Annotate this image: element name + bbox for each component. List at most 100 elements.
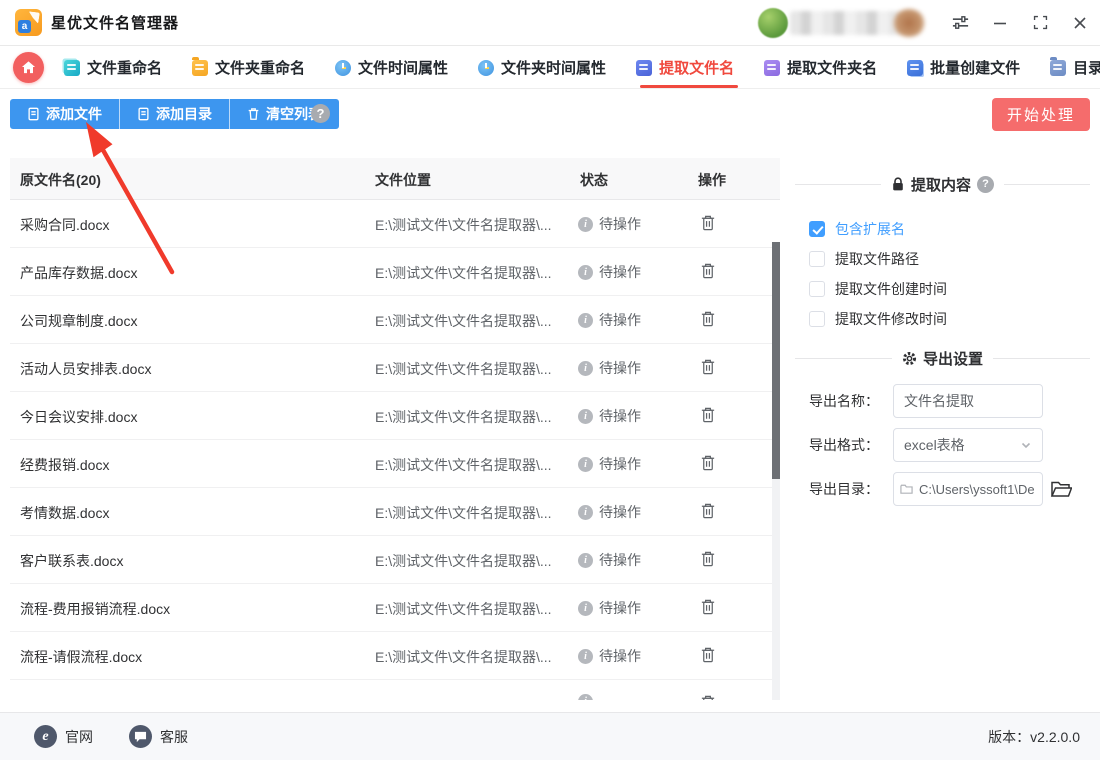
browse-folder-button[interactable] xyxy=(1050,480,1072,498)
cell-original-filename: 经费报销.docx xyxy=(20,455,109,475)
add-directory-button[interactable]: 添加目录 xyxy=(119,99,229,129)
tab-item[interactable]: 提取文件名 xyxy=(636,47,734,88)
user-account-badge[interactable] xyxy=(758,8,920,38)
tab-item[interactable]: 提取文件夹名 xyxy=(764,47,877,88)
cell-file-location: E:\测试文件\文件名提取器\... xyxy=(375,551,552,571)
status-text: 待操作 xyxy=(599,550,641,570)
add-file-button[interactable]: 添加文件 xyxy=(10,99,119,129)
extract-content-title: 提取内容 xyxy=(911,174,971,195)
cell-status: i 待操作 xyxy=(578,214,641,234)
extract-help-icon[interactable]: ? xyxy=(977,176,994,193)
maximize-button[interactable] xyxy=(1020,0,1060,46)
delete-row-button[interactable] xyxy=(700,550,716,570)
customer-support-link[interactable]: 客服 xyxy=(129,725,188,748)
minimize-button[interactable] xyxy=(980,0,1020,46)
divider xyxy=(795,184,881,185)
home-button[interactable] xyxy=(13,52,44,83)
tab-item[interactable]: 文件夹重命名 xyxy=(192,47,305,88)
cell-file-location: E:\测试文件\文件名提取器\... xyxy=(375,407,552,427)
tab-icon xyxy=(907,60,923,76)
tab-item[interactable]: 目录文件合并/提取 xyxy=(1050,47,1100,88)
logo-a-icon: a xyxy=(18,20,31,33)
settings-panel: 提取内容 ? 包含扩展名 提取文件路径 提取文件创建时间 提取文件修改时间 导出… xyxy=(795,160,1090,516)
export-form: 导出名称： 文件名提取 导出格式： excel表格 导出目录： C:\Users… xyxy=(795,384,1090,506)
tab-label: 文件夹时间属性 xyxy=(501,57,606,78)
checkbox-icon[interactable] xyxy=(809,251,825,267)
official-site-label: 官网 xyxy=(65,727,93,747)
trash-icon xyxy=(700,646,716,663)
cell-status: i 待操作 xyxy=(578,550,641,570)
lock-icon xyxy=(891,177,905,192)
user-avatar[interactable] xyxy=(758,8,788,38)
header-file-location: 文件位置 xyxy=(375,170,431,190)
export-name-label: 导出名称： xyxy=(809,391,893,411)
cell-file-location: E:\测试文件\文件名提取器\... xyxy=(375,263,552,283)
trash-icon xyxy=(700,694,716,700)
delete-row-button[interactable] xyxy=(700,358,716,378)
cell-original-filename: 客户联系表.docx xyxy=(20,551,123,571)
delete-row-button[interactable] xyxy=(700,598,716,618)
extract-options-list: 包含扩展名 提取文件路径 提取文件创建时间 提取文件修改时间 xyxy=(809,214,1090,334)
official-site-link[interactable]: e 官网 xyxy=(34,725,93,748)
toolbar-help-icon[interactable]: ? xyxy=(311,104,330,123)
cell-original-filename: 采购合同.docx xyxy=(20,215,109,235)
table-row: 流程-费用报销流程.docx E:\测试文件\文件名提取器\... i 待操作 xyxy=(10,584,780,632)
trash-icon xyxy=(700,214,716,231)
delete-row-button[interactable] xyxy=(700,694,716,700)
table-header-row: 原文件名(20) 文件位置 状态 操作 xyxy=(10,158,780,200)
start-processing-button[interactable]: 开始处理 xyxy=(992,98,1090,131)
delete-row-button[interactable] xyxy=(700,502,716,522)
delete-row-button[interactable] xyxy=(700,454,716,474)
delete-row-button[interactable] xyxy=(700,406,716,426)
tab-bar: 文件重命名 文件夹重命名 文件时间属性 文件夹时间属性 提取文件名 提取文件夹名… xyxy=(0,47,1100,89)
info-icon: i xyxy=(578,313,593,328)
close-button[interactable] xyxy=(1060,0,1100,46)
extract-option-checkbox[interactable]: 包含扩展名 xyxy=(809,214,1090,244)
delete-row-button[interactable] xyxy=(700,214,716,234)
checkbox-icon[interactable] xyxy=(809,281,825,297)
cell-file-location: E:\测试文件\文件名提取器\... xyxy=(375,647,552,667)
cell-original-filename: 流程-请假流程.docx xyxy=(20,647,142,667)
file-table: 原文件名(20) 文件位置 状态 操作 采购合同.docx E:\测试文件\文件… xyxy=(10,158,780,700)
export-directory-input[interactable]: C:\Users\yssoft1\De xyxy=(893,472,1043,506)
header-operations: 操作 xyxy=(698,170,726,190)
tab-label: 批量创建文件 xyxy=(930,57,1020,78)
table-scrollbar-track[interactable] xyxy=(772,242,780,700)
settings-sliders-icon[interactable] xyxy=(940,0,980,46)
info-icon: i xyxy=(578,601,593,616)
export-format-select[interactable]: excel表格 xyxy=(893,428,1043,462)
delete-row-button[interactable] xyxy=(700,646,716,666)
chat-bubble-icon xyxy=(129,725,152,748)
info-icon: i xyxy=(578,553,593,568)
customer-support-label: 客服 xyxy=(160,727,188,747)
table-scrollbar-thumb[interactable] xyxy=(772,242,780,479)
table-row: 客户联系表.docx E:\测试文件\文件名提取器\... i 待操作 xyxy=(10,536,780,584)
app-logo-icon: a xyxy=(15,9,42,36)
cell-original-filename: 考情数据.docx xyxy=(20,503,109,523)
cell-status: i 待操作 xyxy=(578,454,641,474)
extract-option-checkbox[interactable]: 提取文件修改时间 xyxy=(809,304,1090,334)
globe-e-icon: e xyxy=(34,725,57,748)
info-icon: i xyxy=(578,649,593,664)
tab-bar-items: 文件重命名 文件夹重命名 文件时间属性 文件夹时间属性 提取文件名 提取文件夹名… xyxy=(64,47,1100,88)
checkbox-icon[interactable] xyxy=(809,221,825,237)
info-icon: i xyxy=(578,217,593,232)
export-name-input[interactable]: 文件名提取 xyxy=(893,384,1043,418)
cell-file-location: E:\测试文件\文件名提取器\... xyxy=(375,455,552,475)
tab-item[interactable]: 文件时间属性 xyxy=(335,47,448,88)
status-text: 待操作 xyxy=(599,454,641,474)
tab-icon xyxy=(64,60,80,76)
delete-row-button[interactable] xyxy=(700,310,716,330)
delete-row-button[interactable] xyxy=(700,262,716,282)
table-row: 公司规章制度.docx E:\测试文件\文件名提取器\... i 待操作 xyxy=(10,296,780,344)
title-bar: a 星优文件名管理器 xyxy=(0,0,1100,46)
extract-option-checkbox[interactable]: 提取文件路径 xyxy=(809,244,1090,274)
tab-item[interactable]: 文件夹时间属性 xyxy=(478,47,606,88)
trash-icon xyxy=(700,454,716,471)
cell-file-location: E:\测试文件\文件名提取器\... xyxy=(375,359,552,379)
checkbox-icon[interactable] xyxy=(809,311,825,327)
trash-icon xyxy=(700,598,716,615)
extract-option-checkbox[interactable]: 提取文件创建时间 xyxy=(809,274,1090,304)
tab-item[interactable]: 文件重命名 xyxy=(64,47,162,88)
tab-item[interactable]: 批量创建文件 xyxy=(907,47,1020,88)
